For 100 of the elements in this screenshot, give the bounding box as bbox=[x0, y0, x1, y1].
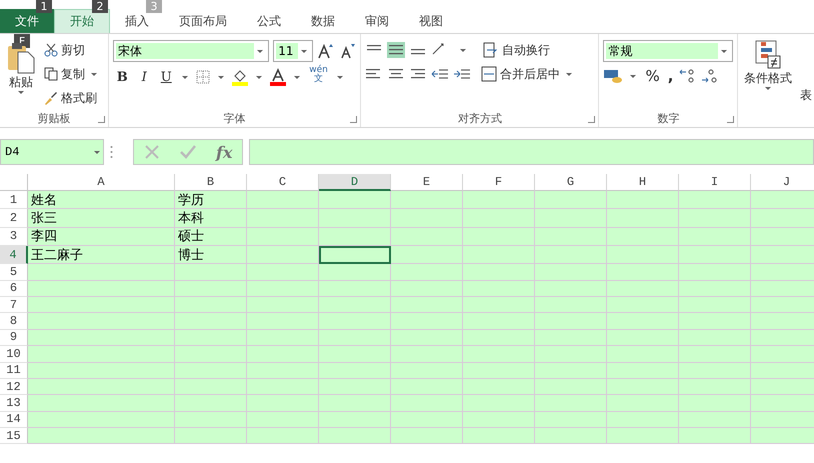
comma-button[interactable]: , bbox=[666, 66, 676, 86]
table-cell[interactable] bbox=[391, 296, 463, 314]
table-cell[interactable] bbox=[175, 330, 247, 346]
checkmark-icon[interactable] bbox=[178, 144, 197, 160]
table-cell[interactable] bbox=[391, 412, 463, 428]
column-header[interactable]: A bbox=[28, 174, 175, 191]
column-header[interactable]: E bbox=[391, 174, 463, 191]
table-cell[interactable] bbox=[319, 330, 391, 346]
table-cell[interactable] bbox=[175, 280, 247, 297]
table-cell[interactable] bbox=[463, 362, 535, 379]
table-cell[interactable] bbox=[607, 330, 679, 346]
table-cell[interactable] bbox=[28, 280, 175, 297]
table-cell[interactable] bbox=[535, 330, 607, 346]
table-cell[interactable] bbox=[247, 264, 319, 281]
table-cell[interactable] bbox=[607, 264, 679, 281]
grow-font-icon[interactable] bbox=[317, 42, 336, 60]
table-cell[interactable] bbox=[319, 378, 391, 396]
cut-button[interactable]: 剪切 bbox=[42, 40, 102, 60]
table-cell[interactable] bbox=[535, 264, 607, 281]
table-cell[interactable] bbox=[679, 228, 751, 246]
table-cell[interactable] bbox=[607, 228, 679, 246]
table-cell[interactable] bbox=[28, 412, 175, 428]
table-cell[interactable] bbox=[463, 209, 535, 228]
table-cell[interactable] bbox=[391, 280, 463, 297]
table-cell[interactable] bbox=[319, 209, 391, 228]
table-cell[interactable] bbox=[319, 296, 391, 314]
column-header[interactable]: H bbox=[607, 174, 679, 191]
table-cell[interactable] bbox=[751, 378, 814, 396]
table-cell[interactable] bbox=[679, 395, 751, 412]
table-cell[interactable] bbox=[607, 191, 679, 210]
dialog-launcher-icon[interactable] bbox=[588, 116, 596, 123]
dialog-launcher-icon[interactable] bbox=[98, 116, 106, 123]
table-cell[interactable] bbox=[607, 362, 679, 379]
table-cell[interactable] bbox=[751, 313, 814, 330]
table-cell[interactable] bbox=[175, 412, 247, 428]
table-cell[interactable]: 学历 bbox=[175, 191, 247, 210]
table-cell[interactable] bbox=[319, 428, 391, 444]
row-header[interactable]: 7 bbox=[0, 296, 28, 314]
table-cell[interactable] bbox=[247, 362, 319, 379]
ribbon-tab[interactable]: 数据 bbox=[296, 9, 350, 33]
row-header[interactable]: 10 bbox=[0, 346, 28, 363]
row-header[interactable]: 15 bbox=[0, 428, 28, 444]
table-cell[interactable] bbox=[607, 412, 679, 428]
table-cell[interactable] bbox=[751, 395, 814, 412]
table-cell[interactable] bbox=[463, 412, 535, 428]
table-cell[interactable] bbox=[28, 428, 175, 444]
table-cell[interactable] bbox=[679, 362, 751, 379]
ribbon-tab[interactable]: 公式 bbox=[242, 9, 296, 33]
table-cell[interactable] bbox=[391, 362, 463, 379]
table-cell[interactable] bbox=[751, 412, 814, 428]
table-cell[interactable] bbox=[247, 313, 319, 330]
table-cell[interactable] bbox=[535, 191, 607, 210]
table-cell[interactable] bbox=[607, 313, 679, 330]
table-cell[interactable]: 博士 bbox=[175, 246, 247, 264]
table-cell[interactable] bbox=[535, 246, 607, 264]
table-cell[interactable] bbox=[463, 346, 535, 363]
table-cell[interactable] bbox=[319, 395, 391, 412]
table-cell[interactable] bbox=[175, 264, 247, 281]
table-cell[interactable] bbox=[679, 246, 751, 264]
table-cell[interactable] bbox=[247, 191, 319, 210]
table-cell[interactable] bbox=[463, 378, 535, 396]
table-cell[interactable] bbox=[751, 346, 814, 363]
copy-button[interactable]: 复制 bbox=[42, 64, 102, 84]
table-cell[interactable] bbox=[391, 313, 463, 330]
table-cell[interactable] bbox=[679, 296, 751, 314]
table-cell[interactable] bbox=[535, 362, 607, 379]
table-cell[interactable] bbox=[391, 191, 463, 210]
ribbon-tab[interactable]: 页面布局 bbox=[164, 9, 242, 33]
table-cell[interactable] bbox=[247, 246, 319, 264]
table-cell[interactable] bbox=[463, 428, 535, 444]
table-cell[interactable] bbox=[607, 280, 679, 297]
table-cell[interactable] bbox=[391, 246, 463, 264]
table-cell[interactable] bbox=[535, 228, 607, 246]
table-cell[interactable] bbox=[751, 362, 814, 379]
row-header[interactable]: 11 bbox=[0, 362, 28, 379]
table-cell[interactable] bbox=[751, 296, 814, 314]
column-header[interactable]: J bbox=[751, 174, 814, 191]
table-cell[interactable] bbox=[751, 228, 814, 246]
table-cell[interactable]: 李四 bbox=[28, 228, 175, 246]
table-cell[interactable] bbox=[463, 330, 535, 346]
ribbon-tab[interactable]: 视图 bbox=[404, 9, 458, 33]
table-cell[interactable] bbox=[28, 264, 175, 281]
table-cell[interactable] bbox=[247, 280, 319, 297]
table-cell[interactable] bbox=[679, 313, 751, 330]
row-header[interactable]: 5 bbox=[0, 264, 28, 281]
table-cell[interactable] bbox=[391, 428, 463, 444]
table-cell[interactable] bbox=[751, 191, 814, 210]
name-box[interactable]: D4 bbox=[0, 139, 104, 165]
table-cell[interactable]: 本科 bbox=[175, 209, 247, 228]
table-cell[interactable] bbox=[319, 191, 391, 210]
table-cell[interactable] bbox=[28, 378, 175, 396]
table-cell[interactable] bbox=[751, 246, 814, 264]
column-header[interactable]: D bbox=[319, 174, 391, 191]
font-color-icon[interactable] bbox=[269, 68, 288, 86]
formula-input[interactable] bbox=[249, 139, 814, 165]
table-cell[interactable] bbox=[319, 280, 391, 297]
table-cell[interactable] bbox=[679, 412, 751, 428]
table-cell[interactable] bbox=[463, 280, 535, 297]
table-cell[interactable]: 王二麻子 bbox=[28, 246, 175, 264]
table-cell[interactable] bbox=[391, 395, 463, 412]
